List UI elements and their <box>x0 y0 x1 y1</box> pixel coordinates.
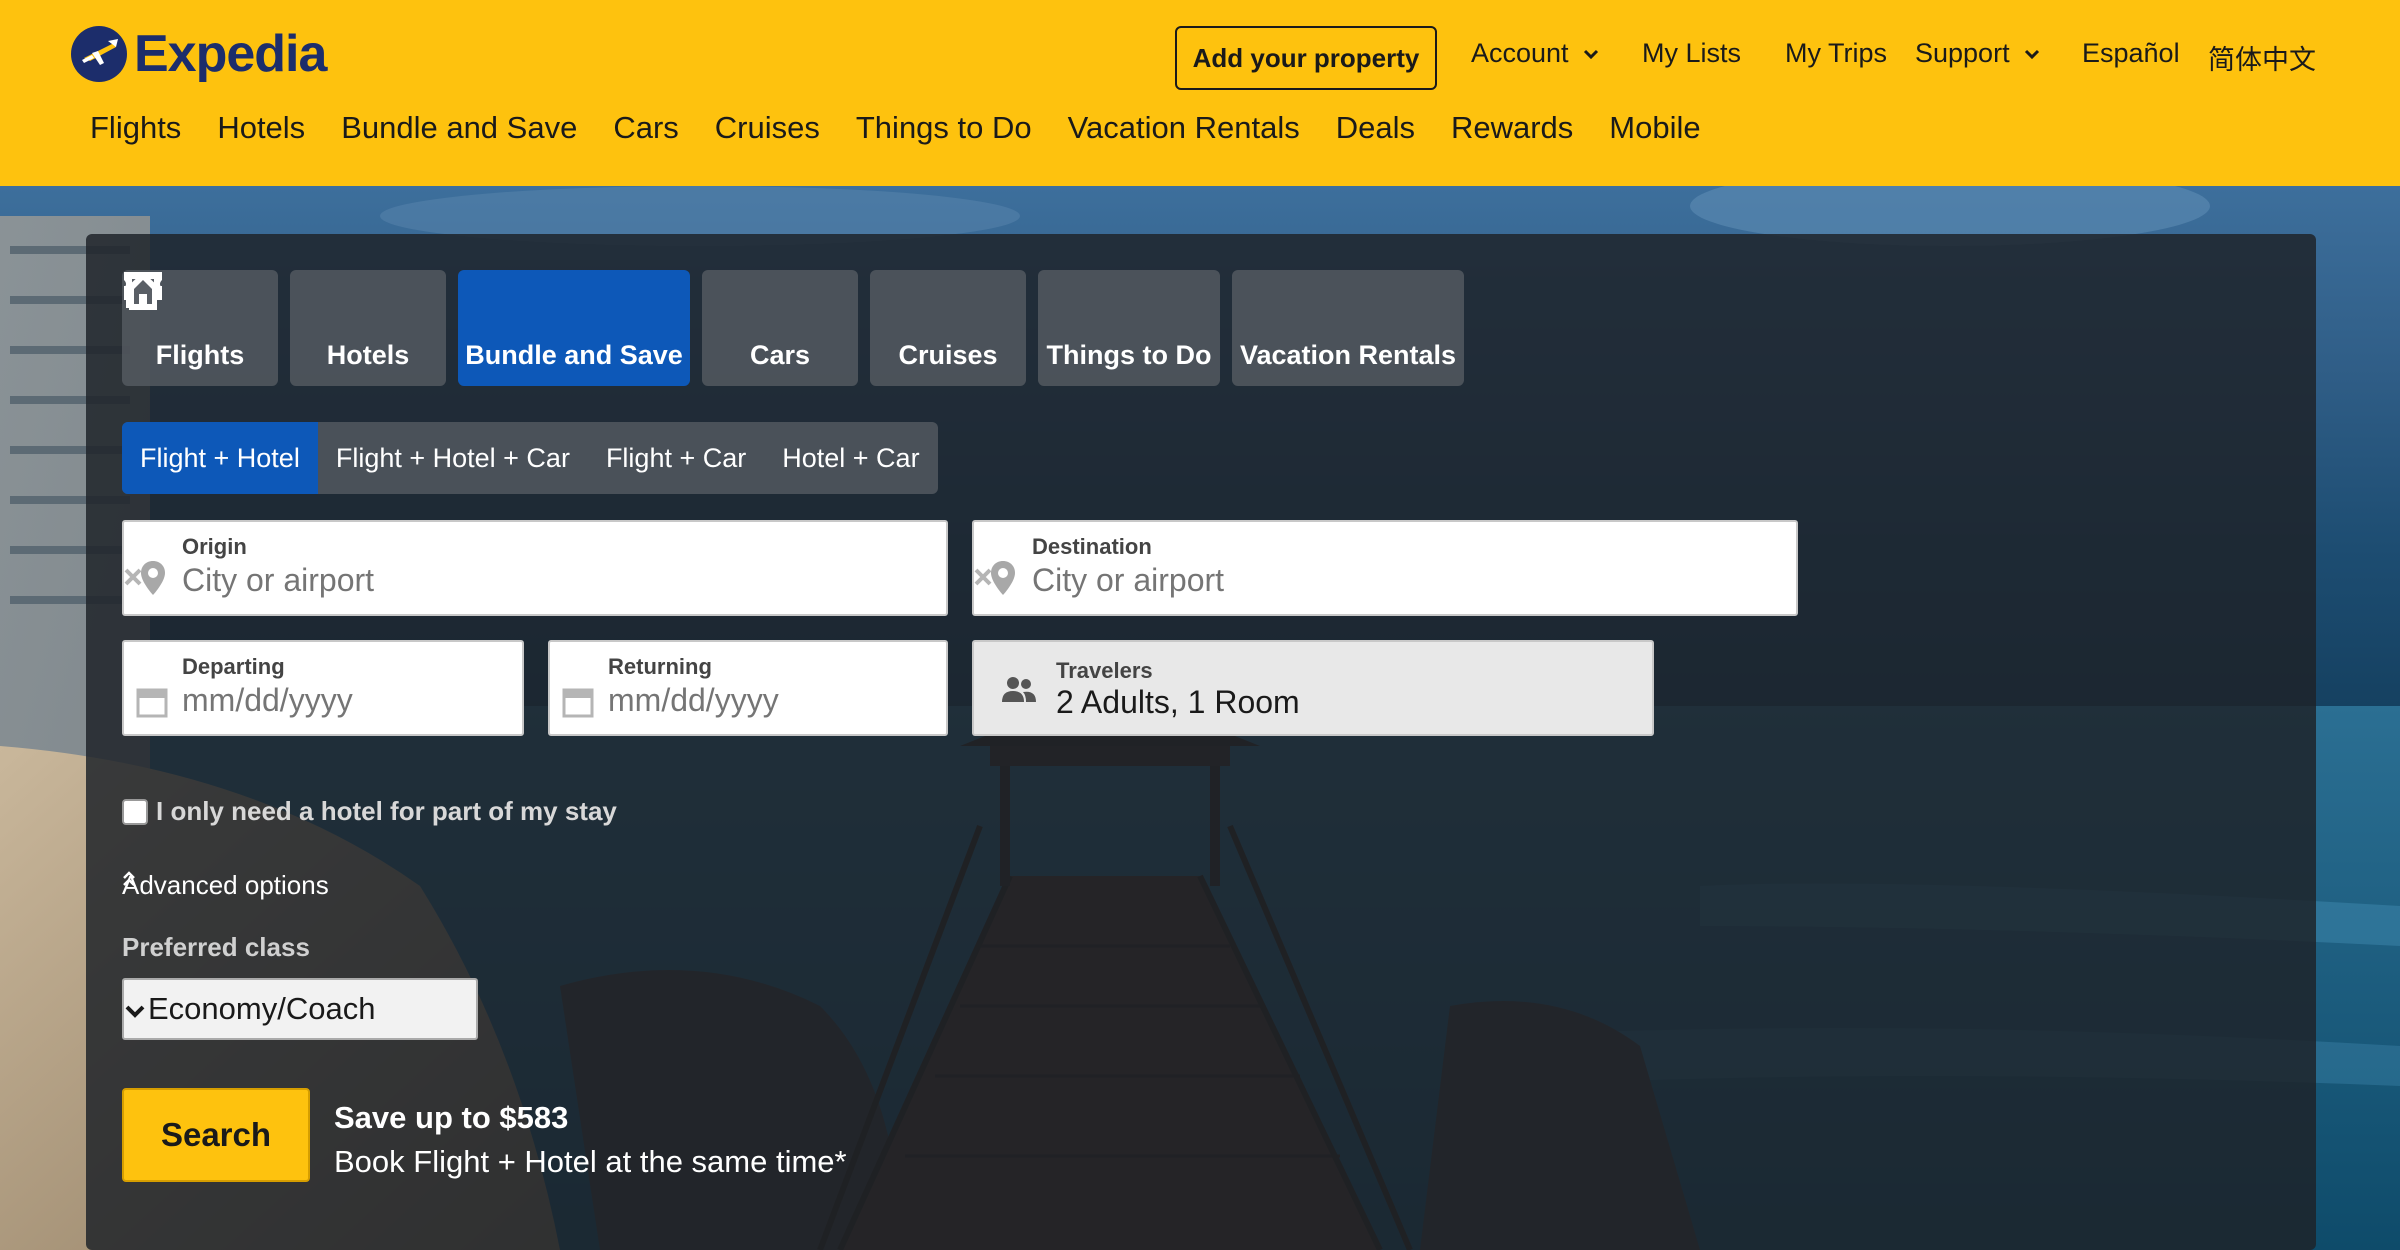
location-pin-icon <box>991 561 1015 595</box>
house-icon <box>124 272 162 310</box>
departing-label: Departing <box>182 654 285 679</box>
travelers-value: 2 Adults, 1 Room <box>1056 684 1300 720</box>
nav-cars[interactable]: Cars <box>613 110 678 146</box>
nav-vacation-rentals[interactable]: Vacation Rentals <box>1068 110 1300 146</box>
expedia-logo[interactable]: Expedia <box>70 24 327 84</box>
returning-field[interactable]: Returning <box>548 640 948 736</box>
departing-field[interactable]: Departing <box>122 640 524 736</box>
chevron-down-icon <box>125 1005 145 1018</box>
calendar-icon <box>562 688 594 718</box>
clear-icon[interactable] <box>124 568 142 586</box>
chevron-down-icon <box>1583 49 1598 59</box>
nav-flights[interactable]: Flights <box>90 110 181 146</box>
account-label: Account <box>1471 38 1569 68</box>
chinese-label: 简体中文 <box>2208 45 2316 75</box>
tab-flight-hotel-car[interactable]: Flight + Hotel + Car <box>318 422 588 494</box>
partial-stay-checkbox[interactable] <box>122 798 148 825</box>
chevron-down-icon <box>2024 49 2039 59</box>
tab-flight-hotel[interactable]: Flight + Hotel <box>122 422 318 494</box>
travelers-picker[interactable]: Travelers 2 Adults, 1 Room <box>972 640 1654 736</box>
origin-label: Origin <box>182 534 247 559</box>
my-trips-link[interactable]: My Trips <box>1785 38 1887 69</box>
people-icon <box>1002 677 1036 702</box>
main-nav: Flights Hotels Bundle and Save Cars Crui… <box>90 110 1701 146</box>
nav-bundle-and-save[interactable]: Bundle and Save <box>341 110 577 146</box>
tab-vacation-rentals-label: Vacation Rentals <box>1239 339 1457 370</box>
tab-flight-car[interactable]: Flight + Car <box>588 422 764 494</box>
site-header: Expedia Add your property Account My Lis… <box>0 0 2400 186</box>
origin-input[interactable] <box>182 562 758 599</box>
my-trips-label: My Trips <box>1785 38 1888 68</box>
tab-bundle-and-save-label: Bundle and Save <box>465 339 683 370</box>
tab-flights-label: Flights <box>155 339 245 370</box>
globe-plane-icon <box>71 26 127 82</box>
logo-wordmark: Expedia <box>134 25 327 83</box>
partial-stay-label[interactable]: I only need a hotel for part of my stay <box>156 796 617 827</box>
tab-vacation-rentals[interactable]: Vacation Rentals <box>124 270 1464 386</box>
nav-deals[interactable]: Deals <box>1336 110 1415 146</box>
returning-label: Returning <box>608 654 712 679</box>
tab-hotels-label: Hotels <box>326 339 410 370</box>
chinese-link[interactable]: 简体中文 <box>2208 38 2316 77</box>
promo-subline: Book Flight + Hotel at the same time* <box>334 1144 847 1179</box>
promo-headline: Save up to $583 <box>334 1100 569 1135</box>
my-lists-link[interactable]: My Lists <box>1642 38 1741 69</box>
add-property-button[interactable]: Add your property <box>1175 26 1437 90</box>
espanol-link[interactable]: Español <box>2082 38 2180 69</box>
partial-stay-row: I only need a hotel for part of my stay <box>122 796 617 827</box>
tab-cruises-label: Cruises <box>898 339 998 370</box>
destination-label: Destination <box>1032 534 1152 559</box>
advanced-options-label: Advanced options <box>122 870 329 900</box>
returning-input[interactable] <box>608 682 886 719</box>
origin-field[interactable]: Origin <box>122 520 948 616</box>
travelers-label: Travelers <box>1056 658 1153 683</box>
clear-icon[interactable] <box>974 568 992 586</box>
preferred-class-value: Economy/Coach <box>148 991 376 1026</box>
tab-cars-label: Cars <box>749 339 811 370</box>
nav-hotels[interactable]: Hotels <box>217 110 305 146</box>
package-tabs: Flight + Hotel Flight + Hotel + Car Flig… <box>122 422 938 494</box>
tab-things-to-do-label: Things to Do <box>1046 339 1212 370</box>
tab-hotel-car[interactable]: Hotel + Car <box>764 422 937 494</box>
search-button[interactable]: Search <box>122 1088 310 1182</box>
nav-rewards[interactable]: Rewards <box>1451 110 1573 146</box>
tab-cars[interactable]: Cars <box>124 270 858 386</box>
chevron-up-icon <box>123 871 135 886</box>
search-panel: Flights Hotels Bundle and Save Cars Crui… <box>86 234 2316 1250</box>
tab-bundle-and-save[interactable]: Bundle and Save <box>126 270 690 386</box>
preferred-class-label: Preferred class <box>122 932 310 962</box>
account-menu[interactable]: Account <box>1471 38 1599 69</box>
hero-background: Flights Hotels Bundle and Save Cars Crui… <box>0 186 2400 1250</box>
nav-mobile[interactable]: Mobile <box>1609 110 1700 146</box>
calendar-icon <box>136 688 168 718</box>
tab-cruises[interactable]: Cruises <box>124 270 1026 386</box>
advanced-options-toggle[interactable]: Advanced options <box>122 870 329 901</box>
tab-hotels[interactable]: Hotels <box>126 270 446 386</box>
destination-input[interactable] <box>1032 562 1608 599</box>
destination-field[interactable]: Destination <box>972 520 1798 616</box>
my-lists-label: My Lists <box>1642 38 1742 68</box>
nav-things-to-do[interactable]: Things to Do <box>856 110 1032 146</box>
preferred-class-select[interactable]: Economy/Coach <box>122 978 478 1040</box>
support-menu[interactable]: Support <box>1915 38 2040 69</box>
tab-things-to-do[interactable]: Things to Do <box>124 270 1220 386</box>
nav-cruises[interactable]: Cruises <box>715 110 820 146</box>
location-pin-icon <box>141 561 165 595</box>
departing-input[interactable] <box>182 682 461 719</box>
espanol-label: Español <box>2082 38 2180 68</box>
support-label: Support <box>1915 38 2010 68</box>
lob-tabs: Flights Hotels Bundle and Save Cars Crui… <box>122 270 1464 386</box>
